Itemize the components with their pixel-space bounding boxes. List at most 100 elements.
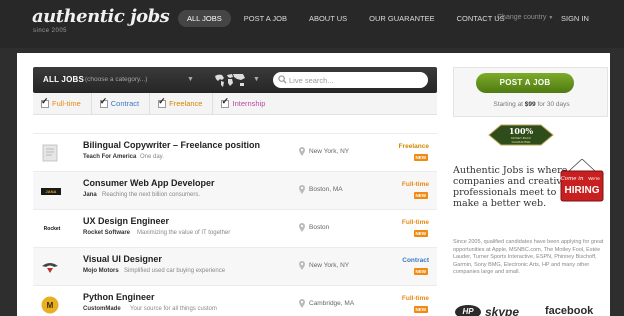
nav-post-a-job[interactable]: POST A JOB: [235, 10, 296, 27]
category-select[interactable]: ALL JOBS: [43, 75, 84, 84]
company-blurb: Since 2005, qualified candidates have be…: [453, 239, 604, 276]
location-pin-icon: [299, 261, 305, 270]
nav-our-guarantee[interactable]: OUR GUARANTEE: [360, 10, 443, 27]
job-description: Your source for all things custom: [130, 306, 217, 312]
location-pin-icon: [299, 185, 305, 194]
filter-label: Freelance: [169, 99, 203, 108]
facebook-logo: facebook: [545, 305, 594, 316]
filter-label: Full-time: [52, 99, 81, 108]
job-search-bar: ALL JOBS (choose a category...) ▼ ▼: [33, 67, 437, 93]
document-icon: [42, 144, 58, 162]
job-row[interactable]: Rocket UX Design Engineer Rocket Softwar…: [33, 209, 437, 247]
filter-label: Contract: [110, 99, 140, 108]
location-pin-icon: [299, 299, 305, 308]
job-type: Full-time: [401, 181, 429, 188]
money-back-guarantee-badge[interactable]: 100% MONEY-BACK GUARANTEE: [487, 122, 555, 148]
change-country-label: Change country: [497, 14, 547, 21]
new-badge: NEW: [413, 192, 428, 199]
chevron-down-icon: ▼: [548, 15, 554, 21]
location-pin-icon: [299, 223, 305, 232]
brand-logos: HP skype facebook: [453, 305, 608, 316]
job-type: Full-time: [401, 295, 429, 302]
job-location: New York, NY: [309, 148, 350, 155]
job-location: Boston, MA: [309, 186, 343, 193]
full-time-checkbox[interactable]: [41, 96, 49, 108]
job-company: Rocket Software: [83, 230, 131, 236]
job-description: Simplified used car buying experience: [124, 268, 226, 274]
main-nav: ALL JOBS POST A JOB ABOUT US OUR GUARANT…: [178, 10, 514, 27]
nav-all-jobs[interactable]: ALL JOBS: [178, 10, 231, 27]
custommade-logo-icon: M: [41, 296, 59, 314]
job-location: New York, NY: [309, 262, 350, 269]
job-company: Teach For America: [83, 154, 137, 160]
badge-line-2: GUARANTEE: [512, 140, 531, 144]
sign-were: We're: [588, 176, 600, 181]
job-title[interactable]: UX Design Engineer: [83, 216, 169, 226]
filter-internship[interactable]: Internship: [213, 93, 275, 114]
category-hint[interactable]: (choose a category...): [85, 76, 147, 83]
change-country-link[interactable]: Change country ▼: [497, 14, 553, 21]
filter-full-time[interactable]: Full-time: [33, 93, 92, 114]
job-company: CustomMade: [83, 306, 121, 312]
hp-logo: HP: [455, 305, 481, 316]
tagline: Authentic Jobs is where companies and cr…: [453, 165, 568, 209]
price-prefix: Starting at: [493, 101, 525, 108]
new-badge: NEW: [413, 306, 428, 313]
job-row[interactable]: M Python Engineer CustomMade Your source…: [33, 285, 437, 316]
rocket-logo-icon: Rocket: [43, 226, 61, 232]
category-dropdown-icon[interactable]: ▼: [187, 76, 194, 83]
job-row[interactable]: Bilingual Copywriter – Freelance positio…: [33, 133, 437, 171]
post-job-box: POST A JOB Starting at $99 for 30 days: [453, 67, 608, 117]
main-panel: ALL JOBS (choose a category...) ▼ ▼ Full…: [17, 53, 610, 316]
price-amount: $99: [524, 101, 536, 108]
new-badge: NEW: [413, 230, 428, 237]
job-title[interactable]: Bilingual Copywriter – Freelance positio…: [83, 140, 260, 150]
job-description: Maximizing the value of IT together: [137, 230, 231, 236]
job-company: Jana: [83, 192, 97, 198]
job-title[interactable]: Python Engineer: [83, 292, 155, 302]
job-list: Bilingual Copywriter – Freelance positio…: [33, 133, 437, 316]
job-location: Boston: [309, 224, 330, 231]
job-row[interactable]: JANA Consumer Web App Developer Jana Rea…: [33, 171, 437, 209]
svg-text:M: M: [47, 301, 54, 310]
filter-contract[interactable]: Contract: [92, 93, 151, 114]
site-logo[interactable]: authentic jobs: [32, 6, 170, 27]
contract-checkbox[interactable]: [99, 96, 108, 108]
hiring-sign-icon: Come in We're HIRING: [560, 159, 604, 202]
job-title[interactable]: Visual UI Designer: [83, 254, 162, 264]
sign-hiring: HIRING: [565, 185, 600, 196]
logo-subtitle: since 2005: [33, 28, 68, 34]
job-type-filters: Full-time Contract Freelance Internship: [33, 93, 437, 115]
world-map-icon[interactable]: [213, 72, 247, 88]
nav-about-us[interactable]: ABOUT US: [300, 10, 356, 27]
job-type: Contract: [402, 257, 429, 264]
job-title[interactable]: Consumer Web App Developer: [83, 178, 215, 188]
sign-come-in: Come in: [560, 176, 583, 182]
filter-label: Internship: [232, 99, 266, 108]
badge-percent: 100%: [509, 126, 534, 136]
location-pin-icon: [299, 147, 305, 156]
price-suffix: for 30 days: [535, 101, 570, 108]
freelance-checkbox[interactable]: [158, 96, 167, 108]
post-price: Starting at $99 for 30 days: [454, 101, 609, 108]
search-icon: [278, 75, 287, 84]
live-search-input[interactable]: [273, 72, 428, 88]
post-a-job-button[interactable]: POST A JOB: [476, 73, 574, 93]
job-type: Freelance: [398, 143, 429, 150]
job-description: Reaching the next billion consumers.: [102, 192, 201, 198]
jana-logo-icon: JANA: [41, 188, 61, 195]
job-location: Cambridge, MA: [309, 300, 355, 307]
new-badge: NEW: [413, 268, 428, 275]
job-description: One day.: [140, 154, 164, 160]
new-badge: NEW: [413, 154, 428, 161]
internship-checkbox[interactable]: [221, 96, 230, 108]
job-type: Full-time: [401, 219, 429, 226]
top-bar: authentic jobs since 2005 ALL JOBS POST …: [0, 0, 624, 48]
skype-logo: skype: [485, 305, 520, 316]
region-dropdown-icon[interactable]: ▼: [253, 76, 260, 83]
job-row[interactable]: Visual UI Designer Mojo Motors Simplifie…: [33, 247, 437, 285]
job-company: Mojo Motors: [83, 268, 119, 274]
filter-freelance[interactable]: Freelance: [150, 93, 214, 114]
sign-in-link[interactable]: SIGN IN: [561, 14, 589, 23]
mojo-logo-icon: [42, 263, 58, 273]
